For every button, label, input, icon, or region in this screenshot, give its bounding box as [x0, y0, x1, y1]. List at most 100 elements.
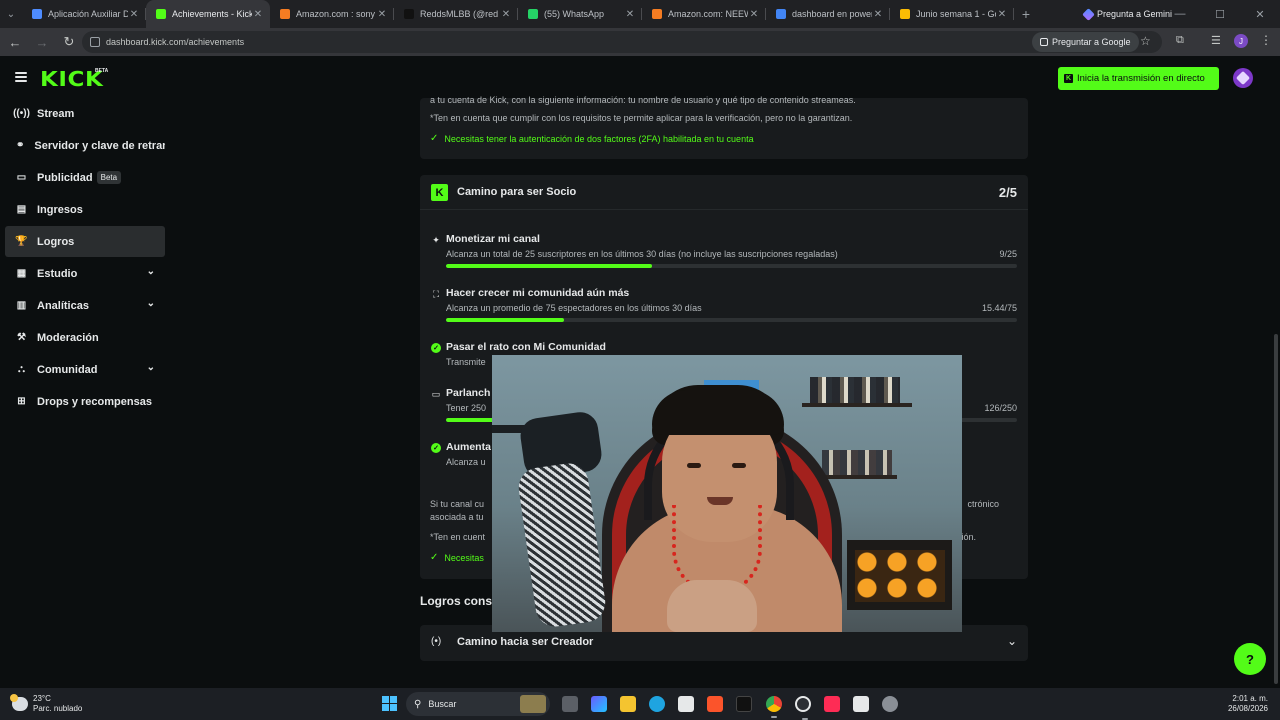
chrome-icon[interactable] [766, 696, 782, 718]
weather-widget[interactable]: 23°C Parc. nublado [10, 694, 83, 714]
tab-search-chevron-icon[interactable]: ⌄ [0, 0, 22, 28]
edge-icon[interactable] [649, 696, 665, 712]
browser-menu-icon[interactable]: ⋮ [1260, 33, 1272, 47]
start-stream-button[interactable]: K Inicia la transmisión en directo [1058, 67, 1219, 90]
chevron-down-icon[interactable]: ⌄ [147, 266, 155, 277]
address-bar[interactable]: dashboard.kick.com/achievements [82, 31, 1162, 53]
sidebar-item-drops[interactable]: ⊞ Drops y recompensas [5, 386, 165, 417]
settings-icon[interactable] [882, 696, 898, 712]
tab-title: Achievements - Kick [172, 9, 252, 19]
gemini-icon [1082, 7, 1095, 21]
kick-logo[interactable]: KICK [40, 67, 103, 91]
sidebar-item-comunidad[interactable]: ⛬ Comunidad ⌄ [5, 354, 165, 385]
sidebar-item-servidor[interactable]: ⚭ Servidor y clave de retransmisión [5, 130, 165, 161]
task-title: Pasar el rato con Mi Comunidad [446, 341, 606, 353]
new-tab-button[interactable]: + [1014, 6, 1038, 22]
profile-avatar[interactable]: J [1234, 34, 1248, 48]
check-icon: ✓ [431, 343, 441, 353]
browser-tab[interactable]: ReddsMLBB (@red ✕ [394, 0, 518, 28]
creator-path-title: Camino hacia ser Creador [457, 636, 594, 648]
browser-tab[interactable]: (55) WhatsApp ✕ [518, 0, 642, 28]
tab-favicon-icon [156, 9, 166, 19]
sidebar-item-stream[interactable]: ((•)) Stream [5, 98, 165, 129]
weather-condition: Parc. nublado [33, 704, 83, 713]
verification-requirement-label: Necesitas tener la autenticación de dos … [444, 133, 754, 144]
chevron-down-icon[interactable]: ⌄ [1007, 634, 1017, 648]
help-chat-button[interactable]: ? [1234, 643, 1266, 675]
sidebar-item-label: Logros [37, 235, 75, 248]
close-tab-icon[interactable]: ✕ [624, 9, 636, 20]
browser-tab[interactable]: Junio semana 1 - Go ✕ [890, 0, 1014, 28]
calculator-icon[interactable] [853, 696, 869, 712]
store-icon[interactable] [678, 696, 694, 712]
close-tab-icon[interactable]: ✕ [128, 9, 140, 20]
maximize-icon[interactable]: ☐ [1200, 0, 1240, 28]
browser-tab[interactable]: Achievements - Kick ✕ [146, 0, 270, 28]
sidebar-item-moderación[interactable]: ⚒ Moderación [5, 322, 165, 353]
chevron-down-icon[interactable]: ⌄ [147, 298, 155, 309]
ask-gemini-button[interactable]: Pregunta a Gemini [1082, 0, 1172, 28]
sidebar-item-label: Estudio [37, 267, 78, 280]
copilot-icon[interactable] [591, 696, 607, 712]
tab-title: Amazon.com: NEEWI [668, 9, 748, 19]
sidebar-item-publicidad[interactable]: ▭ Publicidad Beta [5, 162, 165, 193]
brave-icon[interactable] [707, 696, 723, 712]
forward-icon[interactable]: → [30, 30, 54, 54]
sidebar-item-label: Stream [37, 107, 75, 120]
analytics-icon: ▥ [16, 300, 27, 311]
task-title: Hacer crecer mi comunidad aún más [446, 287, 630, 299]
close-tab-icon[interactable]: ✕ [376, 9, 388, 20]
menu-icon[interactable] [15, 72, 27, 82]
task-description: Alcanza u [446, 457, 486, 467]
close-tab-icon[interactable]: ✕ [500, 9, 512, 20]
tiktok-live-icon[interactable] [824, 696, 840, 712]
task-progress-bar [446, 318, 1017, 322]
close-tab-icon[interactable]: ✕ [252, 9, 264, 20]
chevron-down-icon[interactable]: ⌄ [147, 362, 155, 373]
verification-requirement: ✓ Necesitas tener la autenticación de do… [430, 133, 754, 144]
windows-start-icon[interactable] [382, 696, 397, 711]
sidebar-item-analíticas[interactable]: ▥ Analíticas ⌄ [5, 290, 165, 321]
bookmark-star-icon[interactable]: ☆ [1140, 34, 1151, 48]
sidebar-item-label: Analíticas [37, 299, 89, 312]
tab-title: Amazon.com : sony a [296, 9, 376, 19]
close-tab-icon[interactable]: ✕ [872, 9, 884, 20]
user-avatar[interactable] [1233, 68, 1253, 88]
reload-icon[interactable]: ↻ [57, 30, 81, 54]
sidebar-item-estudio[interactable]: ▦ Estudio ⌄ [5, 258, 165, 289]
tiktok-icon[interactable] [736, 696, 752, 712]
close-tab-icon[interactable]: ✕ [996, 9, 1008, 20]
close-tab-icon[interactable]: ✕ [748, 9, 760, 20]
partner-path-header[interactable]: K Camino para ser Socio 2/5 [420, 175, 1028, 210]
file-explorer-icon[interactable] [620, 696, 636, 712]
partner-footer-text-1-end: ctrónico [967, 499, 999, 509]
community-icon: ⛬ [18, 364, 25, 375]
extensions-icon[interactable]: ⧉ [1176, 34, 1184, 47]
task-view-icon[interactable] [562, 696, 578, 712]
page-scrollbar[interactable] [1274, 334, 1278, 684]
obs-icon[interactable] [795, 696, 811, 720]
browser-tab[interactable]: dashboard en power ✕ [766, 0, 890, 28]
taskbar-search[interactable]: ⚲ Buscar [406, 692, 550, 716]
system-clock[interactable]: 2:01 a. m. 26/08/2026 [1228, 694, 1268, 714]
ask-google-button[interactable]: Preguntar a Google [1032, 32, 1139, 52]
browser-tab[interactable]: Amazon.com : sony a ✕ [270, 0, 394, 28]
tab-favicon-icon [652, 9, 662, 19]
back-icon[interactable]: ← [3, 30, 27, 54]
reading-list-icon[interactable]: ☰ [1211, 34, 1221, 47]
task-progress-value: 9/25 [999, 249, 1017, 259]
tab-title: ReddsMLBB (@red [420, 9, 499, 19]
partner-path-title: Camino para ser Socio [457, 186, 577, 198]
browser-tab[interactable]: Aplicación Auxiliar Di ✕ [22, 0, 146, 28]
minimize-icon[interactable]: — [1160, 0, 1200, 28]
sidebar-item-ingresos[interactable]: ▤ Ingresos [5, 194, 165, 225]
task-title: Aumenta [446, 441, 491, 453]
browser-tab[interactable]: Amazon.com: NEEWI ✕ [642, 0, 766, 28]
search-icon: ⚲ [414, 698, 422, 710]
close-window-icon[interactable]: ✕ [1240, 0, 1280, 28]
tab-favicon-icon [32, 9, 42, 19]
sidebar-item-logros[interactable]: 🏆 Logros [5, 226, 165, 257]
site-info-icon[interactable] [90, 37, 100, 47]
task-description: Alcanza un promedio de 75 espectadores e… [446, 303, 702, 313]
partner-path-count: 2/5 [998, 185, 1017, 200]
